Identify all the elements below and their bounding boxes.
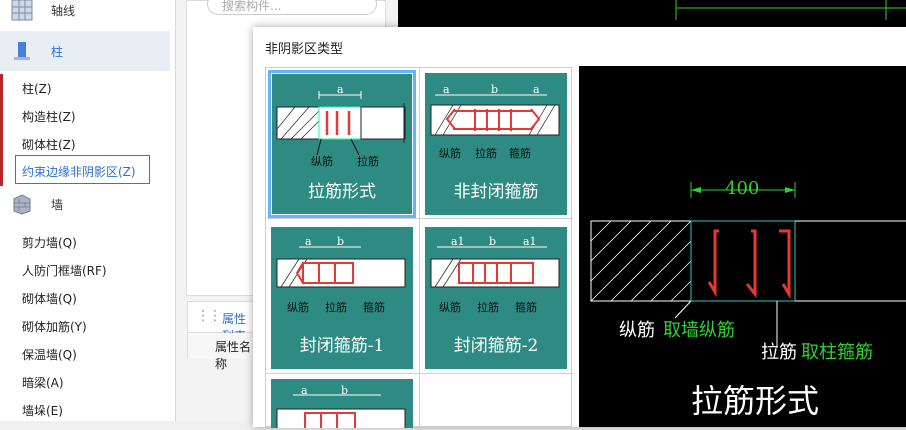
tree-item-hidden-beam[interactable]: 暗梁(A) <box>22 374 64 391</box>
dimension-label: b <box>491 83 499 96</box>
highlight-box <box>15 155 150 184</box>
selection-marker <box>0 74 3 186</box>
diagram-label: 拉筋 <box>325 301 347 314</box>
tile-caption: 拉筋形式 <box>308 182 376 202</box>
dimension-label: b <box>489 235 497 248</box>
preview-caption: 拉筋形式 <box>691 382 820 420</box>
type-tile-open-stirrup[interactable]: a b a 纵筋 拉筋 箍筋 非封闭箍筋 <box>425 73 567 215</box>
diagram-label: 箍筋 <box>363 301 385 314</box>
dimension-label: a1 <box>451 235 465 248</box>
diagram-label: 箍筋 <box>509 147 531 160</box>
diagram-label: 纵筋 <box>439 301 461 314</box>
diagram-label: 纵筋 <box>287 301 309 314</box>
tie-label: 拉筋 <box>761 342 797 363</box>
preview-pane: 400 纵筋 取墙纵筋 拉筋 取柱箍筋 拉筋形式 <box>579 66 906 427</box>
grid-divider <box>419 68 420 428</box>
category-column[interactable]: 柱 <box>0 31 170 71</box>
tile-caption: 封闭箍筋-2 <box>453 336 539 356</box>
dimension-label: a <box>443 83 450 96</box>
canvas-area[interactable] <box>398 0 906 30</box>
tie-note: 取柱箍筋 <box>801 342 873 363</box>
type-tile-closed-stirrup-1[interactable]: a b 纵筋 拉筋 箍筋 封闭箍筋-1 <box>271 227 413 369</box>
search-placeholder: 搜索构件... <box>222 0 282 13</box>
type-grid: 纵筋 拉筋 a 拉筋形式 a b a 纵筋 拉筋 箍筋 非封闭箍筋 a b 纵筋… <box>265 67 573 428</box>
tile-caption: 封闭箍筋-1 <box>299 336 385 356</box>
diagram-label: 拉筋 <box>357 155 379 168</box>
tree-item-shear-wall[interactable]: 剪力墙(Q) <box>22 234 77 251</box>
canvas-lines <box>675 0 906 20</box>
diagram-label: 箍筋 <box>515 301 537 314</box>
column-header-name: 属性名称 <box>215 340 252 371</box>
dimension-label: a <box>337 83 344 96</box>
tree-item-masonry-reinforce[interactable]: 砌体加筋(Y) <box>22 318 87 335</box>
type-dialog: 非阴影区类型 纵筋 拉筋 a 拉筋形式 a b a 纵筋 拉筋 箍筋 非封闭箍筋… <box>253 27 906 428</box>
component-tree: 轴线 柱 柱(Z) 构造柱(Z) 砌体柱(Z) 约束边缘非阴影区(Z) 墙 剪力… <box>0 0 176 421</box>
tree-item-masonry-wall[interactable]: 砌体墙(Q) <box>22 290 77 307</box>
search-input[interactable]: 搜索构件... <box>207 0 377 15</box>
tree-item-insulation-wall[interactable]: 保温墙(Q) <box>22 346 77 363</box>
dimension-label: a <box>305 235 312 248</box>
longbar-note: 取墙纵筋 <box>663 320 735 341</box>
column-icon <box>14 42 30 60</box>
wall-icon <box>13 194 31 215</box>
diagram-label: 纵筋 <box>311 155 333 168</box>
category-label: 轴线 <box>51 3 76 18</box>
dimension-value: 400 <box>725 178 760 199</box>
diagram-label: 纵筋 <box>439 147 461 160</box>
diagram-label: 拉筋 <box>475 147 497 160</box>
tree-item-civil-defense-wall[interactable]: 人防门框墙(RF) <box>22 262 107 279</box>
type-tile-tie-bar[interactable]: 纵筋 拉筋 a 拉筋形式 <box>268 70 416 218</box>
dimension-label: a <box>533 83 540 96</box>
tree-item-constructional-column[interactable]: 构造柱(Z) <box>22 108 76 125</box>
properties-header: 属性名称 <box>187 333 257 371</box>
tile-caption: 非封闭箍筋 <box>453 182 539 202</box>
grid-divider <box>266 373 573 374</box>
category-axis[interactable]: 轴线 <box>0 0 170 30</box>
dimension-label: b <box>337 235 345 248</box>
drag-handle-icon[interactable]: ⋮⋮ <box>196 308 222 324</box>
category-label: 墙 <box>51 197 64 212</box>
longbar-label: 纵筋 <box>619 320 655 341</box>
grid-divider <box>266 218 573 219</box>
tree-item-masonry-column[interactable]: 砌体柱(Z) <box>22 136 76 153</box>
category-label: 柱 <box>51 44 64 59</box>
tree-item-column[interactable]: 柱(Z) <box>22 80 52 97</box>
dimension-label: a <box>301 384 308 397</box>
grid-axis-icon <box>11 0 33 21</box>
tree-item-wall-pier[interactable]: 墙垛(E) <box>22 402 63 419</box>
properties-tabbar: ⋮⋮ 属性列表 <box>187 301 257 343</box>
category-wall[interactable]: 墙 <box>0 184 170 224</box>
dimension-label: a1 <box>523 235 537 248</box>
preview-diagram <box>590 182 906 348</box>
type-tile-closed-stirrup-2[interactable]: a1 b a1 纵筋 拉筋 箍筋 封闭箍筋-2 <box>425 227 567 369</box>
dialog-title: 非阴影区类型 <box>265 42 344 57</box>
dimension-label: b <box>341 384 349 397</box>
diagram-label: 拉筋 <box>477 301 499 314</box>
